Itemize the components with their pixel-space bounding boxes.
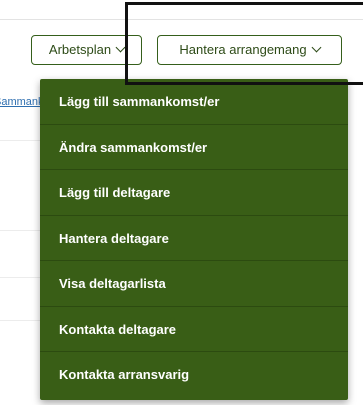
arbetsplan-button[interactable]: Arbetsplan	[31, 35, 142, 65]
menu-item-kontakta-deltagare[interactable]: Kontakta deltagare	[40, 307, 348, 352]
table-row-divider	[0, 277, 40, 278]
header-divider	[0, 19, 363, 20]
menu-item-andra-sammankomst[interactable]: Ändra sammankomst/er	[40, 125, 348, 170]
sammankomst-link[interactable]: Sammankomst	[0, 95, 40, 109]
chevron-down-icon	[115, 42, 126, 53]
hantera-arrangemang-button[interactable]: Hantera arrangemang	[157, 35, 342, 65]
table-row-divider	[0, 230, 40, 231]
menu-item-hantera-deltagare[interactable]: Hantera deltagare	[40, 216, 348, 261]
menu-item-lagg-till-deltagare[interactable]: Lägg till deltagare	[40, 170, 348, 216]
table-row-divider	[0, 140, 40, 141]
hantera-arrangemang-label: Hantera arrangemang	[179, 42, 307, 57]
arbetsplan-label: Arbetsplan	[48, 42, 112, 57]
menu-item-kontakta-arransvarig[interactable]: Kontakta arransvarig	[40, 352, 348, 398]
hantera-arrangemang-dropdown-menu: Lägg till sammankomst/er Ändra sammankom…	[40, 79, 348, 400]
menu-item-lagg-till-sammankomst[interactable]: Lägg till sammankomst/er	[40, 79, 348, 125]
table-row-divider	[0, 320, 40, 321]
menu-item-visa-deltagarlista[interactable]: Visa deltagarlista	[40, 261, 348, 307]
chevron-down-icon	[311, 42, 322, 53]
